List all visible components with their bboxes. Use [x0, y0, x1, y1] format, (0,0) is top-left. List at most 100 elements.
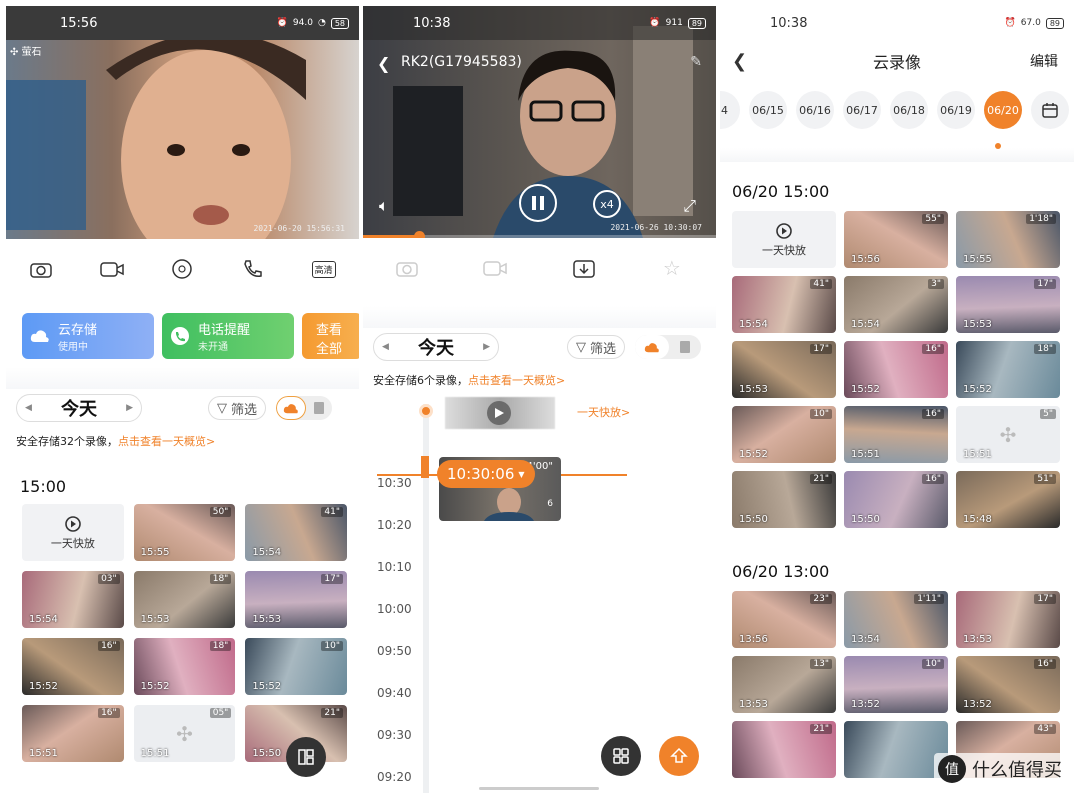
recording-thumbnail[interactable]: 15:53 17"	[245, 571, 347, 628]
recording-thumbnail[interactable]: 13:52 10"	[844, 656, 948, 713]
quickplay-tile[interactable]: 一天快放	[22, 504, 124, 561]
timeline[interactable]: 一天快放> 04'00" 6 10:30:06 ▼ 10:30 10:20 10:10…	[363, 394, 716, 793]
progress-handle[interactable]	[414, 231, 425, 238]
recording-thumbnail[interactable]: ✣ 15:51 5"	[956, 406, 1060, 463]
recording-thumbnail[interactable]: 15:54 41"	[245, 504, 347, 561]
overview-link[interactable]: 点击查看一天概览>	[118, 435, 215, 448]
date-chip[interactable]: 14	[720, 91, 740, 129]
recording-thumbnail[interactable]: 15:52 18"	[133, 638, 236, 695]
call-button[interactable]	[240, 258, 266, 280]
recording-thumbnail[interactable]: ✣ 15:51 05"	[133, 705, 236, 762]
speed-button[interactable]: x4	[593, 190, 621, 218]
thumb-duration: 21"	[321, 708, 343, 718]
storage-toggle[interactable]	[635, 335, 702, 359]
progress-track[interactable]	[363, 231, 716, 238]
cloud-toggle-icon[interactable]	[276, 396, 307, 420]
day-selector[interactable]: ◀ 今天 ▶	[16, 394, 142, 422]
recording-thumbnail[interactable]: 15:52 10"	[245, 638, 347, 695]
cloud-card-title: 云存储	[58, 323, 98, 338]
panel-playback: ❮ RK2(G17945583) ✎ 🔈︎ x4 ⤢ 2021-06-26 10…	[363, 6, 716, 793]
screenshot-button[interactable]	[394, 257, 420, 279]
recording-thumbnail[interactable]: 15:48 51"	[956, 471, 1060, 528]
recording-thumbnail[interactable]: 15:51 16"	[22, 705, 124, 762]
recording-thumbnail[interactable]: 13:52 16"	[956, 656, 1060, 713]
sd-toggle-icon[interactable]	[669, 335, 701, 359]
mute-icon[interactable]: 🔈︎	[379, 196, 389, 216]
scroll-top-button[interactable]	[659, 736, 699, 776]
calendar-button[interactable]	[1031, 91, 1069, 129]
grid-view-button[interactable]	[601, 736, 641, 776]
date-chip[interactable]: 06/18	[890, 91, 928, 129]
quickplay-tile[interactable]: 一天快放	[732, 211, 836, 268]
recording-thumbnail[interactable]: 15:54 03"	[22, 571, 124, 628]
storage-toggle[interactable]	[276, 396, 333, 420]
pause-button[interactable]	[519, 184, 557, 222]
recording-thumbnail[interactable]: 13:53 13"	[732, 656, 836, 713]
next-day-icon[interactable]: ▶	[483, 342, 490, 352]
recording-thumbnail[interactable]: 15:53 17"	[956, 276, 1060, 333]
favorite-button[interactable]: ☆	[659, 256, 685, 280]
date-chip[interactable]: 06/20	[984, 91, 1022, 129]
recording-thumbnail[interactable]: 15:52 10"	[732, 406, 836, 463]
view-all-card[interactable]: 查看 全部	[302, 313, 359, 359]
quickplay-button[interactable]	[487, 401, 511, 425]
date-chip[interactable]: 06/16	[796, 91, 834, 129]
recording-thumbnail[interactable]: 15:51 16"	[844, 406, 948, 463]
recording-thumbnail[interactable]: 21"	[732, 721, 836, 778]
edit-icon[interactable]: ✎	[690, 54, 702, 70]
recording-thumbnail[interactable]: 15:54 41"	[732, 276, 836, 333]
download-icon	[572, 260, 595, 278]
quickplay-link[interactable]: 一天快放>	[577, 404, 630, 420]
date-chip[interactable]: 06/15	[749, 91, 787, 129]
recording-thumbnail[interactable]: 15:53 17"	[732, 341, 836, 398]
recording-thumbnail[interactable]: 15:52 18"	[956, 341, 1060, 398]
phone-alert-icon	[171, 327, 189, 345]
prev-day-icon[interactable]: ◀	[25, 403, 32, 413]
fullscreen-icon[interactable]: ⤢	[683, 196, 696, 216]
recording-thumbnail[interactable]: 15:50 21"	[732, 471, 836, 528]
date-chip[interactable]: 06/17	[843, 91, 881, 129]
back-icon[interactable]: ❮	[732, 51, 747, 72]
record-button[interactable]	[482, 257, 508, 279]
recording-thumbnail[interactable]: 15:54 3"	[844, 276, 948, 333]
filter-button[interactable]: ▽ 筛选	[567, 335, 626, 359]
edit-button[interactable]: 编辑	[1030, 51, 1058, 71]
recording-thumbnail[interactable]: 15:52 16"	[22, 638, 124, 695]
download-button[interactable]	[571, 257, 597, 279]
live-video[interactable]: ✣ 萤石 2021-06-20 15:56:31	[6, 40, 359, 239]
recording-thumbnail[interactable]: 15:50 16"	[844, 471, 948, 528]
recording-thumbnail[interactable]: 15:55 1'18"	[956, 211, 1060, 268]
back-icon[interactable]: ❮	[377, 54, 390, 73]
recording-thumbnail[interactable]: 15:56 55"	[844, 211, 948, 268]
recording-thumbnail[interactable]: 15:53 18"	[133, 571, 236, 628]
status-bar: 10:38 ⏰ 911 89	[363, 6, 716, 40]
phone-alert-card[interactable]: 电话提醒 未开通	[162, 313, 294, 359]
recording-thumbnail[interactable]	[844, 721, 948, 778]
cloud-storage-card[interactable]: 云存储 使用中	[22, 313, 154, 359]
recording-thumbnail[interactable]: 15:55 50"	[133, 504, 236, 561]
record-button[interactable]	[99, 258, 125, 280]
panel-cloud-recordings: 10:38 ⏰ 67.0 89 ❮ 云录像 编辑 1406/1506/1606/17…	[720, 6, 1074, 793]
thumb-time: 15:50	[252, 748, 282, 759]
timeline-tick-label: 09:20	[377, 770, 412, 784]
next-day-icon[interactable]: ▶	[126, 403, 133, 413]
prev-day-icon[interactable]: ◀	[382, 342, 389, 352]
recording-thumbnail[interactable]: 13:56 23"	[732, 591, 836, 648]
recording-thumbnail[interactable]: 15:52 16"	[844, 341, 948, 398]
date-chip[interactable]: 06/19	[937, 91, 975, 129]
ptz-button[interactable]	[169, 258, 195, 280]
filter-button[interactable]: ▽ 筛选	[208, 396, 267, 420]
sd-toggle-icon[interactable]	[306, 396, 332, 420]
playback-video[interactable]: ❮ RK2(G17945583) ✎ 🔈︎ x4 ⤢ 2021-06-26 10…	[363, 6, 716, 238]
cloud-toggle-icon[interactable]	[635, 335, 670, 359]
recording-thumbnail[interactable]: 13:53 17"	[956, 591, 1060, 648]
screenshot-button[interactable]	[28, 258, 54, 280]
thumb-duration: 1'11"	[914, 594, 944, 604]
thumb-time: 15:51	[140, 748, 170, 759]
recording-thumbnail[interactable]: 13:54 1'11"	[844, 591, 948, 648]
layout-button[interactable]	[286, 737, 326, 777]
overview-link[interactable]: 点击查看一天概览>	[468, 374, 565, 387]
quality-button[interactable]: 高清	[311, 258, 337, 280]
day-selector[interactable]: ◀ 今天 ▶	[373, 333, 499, 361]
calendar-icon	[1042, 103, 1058, 118]
